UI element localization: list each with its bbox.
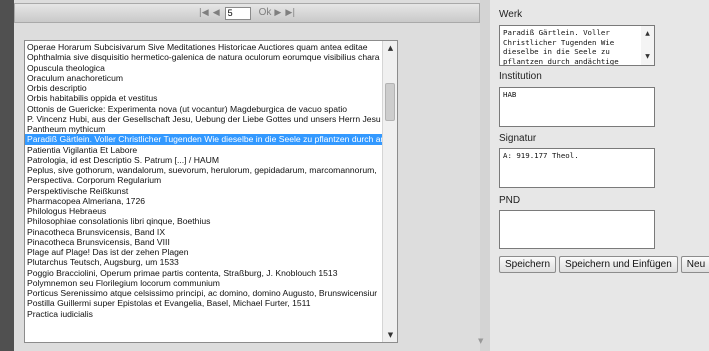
list-item[interactable]: Patientia Vigilantia Et Labore	[25, 145, 382, 155]
work-listbox[interactable]: Operae Horarum Subcisivarum Sive Meditat…	[24, 40, 398, 343]
list-item[interactable]: Perspectiva. Corporum Regularium	[25, 175, 382, 185]
list-item[interactable]: Patrologia, id est Descriptio S. Patrum …	[25, 155, 382, 165]
left-edge-strip	[0, 0, 14, 351]
list-item[interactable]: Opuscula theologica	[25, 63, 382, 73]
pnd-field[interactable]	[499, 210, 655, 249]
pager-toolbar: |◀ ◀ Ok ▶ ▶|	[14, 3, 480, 23]
list-item[interactable]: Polymnemon seu Florilegium locorum commu…	[25, 278, 382, 288]
list-item[interactable]: Poggio Bracciolini, Operum primae partis…	[25, 268, 382, 278]
list-item[interactable]: Pinacotheca Brunsvicensis, Band VIII	[25, 237, 382, 247]
details-form: Werk Paradiß Gärtlein. Voller Christlich…	[490, 0, 709, 351]
list-item[interactable]: Pinacotheca Brunsvicensis, Band IX	[25, 227, 382, 237]
werk-value: Paradiß Gärtlein. Voller Christlicher Tu…	[503, 28, 619, 66]
save-and-insert-button[interactable]: Speichern und Einfügen	[559, 256, 678, 273]
first-page-button[interactable]: |◀	[198, 6, 210, 20]
scroll-down-arrow-icon[interactable]: ▼	[383, 328, 397, 342]
form-button-row: Speichern Speichern und Einfügen Neu	[499, 256, 709, 273]
list-item[interactable]: Postilla Guillermi super Epistolas et Ev…	[25, 298, 382, 308]
list-item[interactable]: Plage auf Plage! Das ist der zehen Plage…	[25, 247, 382, 257]
list-item[interactable]: Porticus Serenissimo atque celsissimo pr…	[25, 288, 382, 298]
list-item[interactable]: Orbis habitabilis oppida et vestitus	[25, 93, 382, 103]
list-item[interactable]: Peplus, sive gothorum, wandalorum, suevo…	[25, 165, 382, 175]
save-button[interactable]: Speichern	[499, 256, 557, 273]
institution-value: HAB	[503, 90, 517, 99]
signatur-field[interactable]: A: 919.177 Theol.	[499, 148, 655, 188]
list-section: |◀ ◀ Ok ▶ ▶| Operae Horarum Subcisivarum…	[14, 0, 480, 351]
scrollbar-thumb[interactable]	[385, 83, 395, 121]
werk-label: Werk	[499, 9, 523, 20]
listbox-scrollbar[interactable]: ▲ ▼	[382, 41, 397, 342]
list-item[interactable]: Plutarchus Teutsch, Augsburg, um 1533	[25, 257, 382, 267]
werk-field-scrollbar[interactable]: ▲ ▼	[641, 26, 654, 65]
list-item[interactable]: Practica iudicialis	[25, 309, 382, 319]
list-item[interactable]: Operae Horarum Subcisivarum Sive Meditat…	[25, 42, 382, 52]
last-page-button[interactable]: ▶|	[284, 6, 296, 20]
signatur-value: A: 919.177 Theol.	[503, 151, 579, 160]
left-panel: |◀ ◀ Ok ▶ ▶| Operae Horarum Subcisivarum…	[0, 0, 480, 351]
institution-field[interactable]: HAB	[499, 87, 655, 127]
scroll-down-arrow-icon[interactable]: ▼	[478, 337, 483, 345]
werk-scroll-down-icon[interactable]: ▼	[641, 52, 654, 62]
pnd-label: PND	[499, 195, 521, 206]
list-item[interactable]: Oraculum anachoreticum	[25, 73, 382, 83]
list-item[interactable]: Pantheum mythicum	[25, 124, 382, 134]
scroll-up-arrow-icon[interactable]: ▲	[383, 41, 397, 55]
panel-divider	[480, 0, 490, 351]
institution-label: Institution	[499, 71, 542, 82]
new-button[interactable]: Neu	[680, 256, 709, 273]
listbox-items: Operae Horarum Subcisivarum Sive Meditat…	[25, 41, 382, 342]
list-item[interactable]: P. Vincenz Hubi, aus der Gesellschaft Je…	[25, 114, 382, 124]
list-item[interactable]: Perspektivische Reißkunst	[25, 186, 382, 196]
list-item[interactable]: Orbis descriptio	[25, 83, 382, 93]
list-item[interactable]: Philologus Hebraeus	[25, 206, 382, 216]
list-item[interactable]: Ophthalmia sive disquisitio hermetico-ga…	[25, 52, 382, 62]
prev-page-button[interactable]: ◀	[212, 6, 221, 20]
signatur-label: Signatur	[499, 133, 537, 144]
list-item[interactable]: Ottonis de Guericke: Experimenta nova (u…	[25, 104, 382, 114]
werk-field[interactable]: Paradiß Gärtlein. Voller Christlicher Tu…	[499, 25, 655, 66]
next-page-button[interactable]: ▶	[273, 6, 282, 20]
page-number-input[interactable]	[224, 6, 251, 20]
list-item[interactable]: Paradiß Gärtlein. Voller Christlicher Tu…	[25, 134, 382, 145]
ok-button[interactable]: Ok	[259, 6, 272, 20]
werk-scroll-up-icon[interactable]: ▲	[641, 29, 654, 39]
list-item[interactable]: Philosophiae consolationis libri qinque,…	[25, 216, 382, 226]
list-item[interactable]: Pharmacopea Almeriana, 1726	[25, 196, 382, 206]
